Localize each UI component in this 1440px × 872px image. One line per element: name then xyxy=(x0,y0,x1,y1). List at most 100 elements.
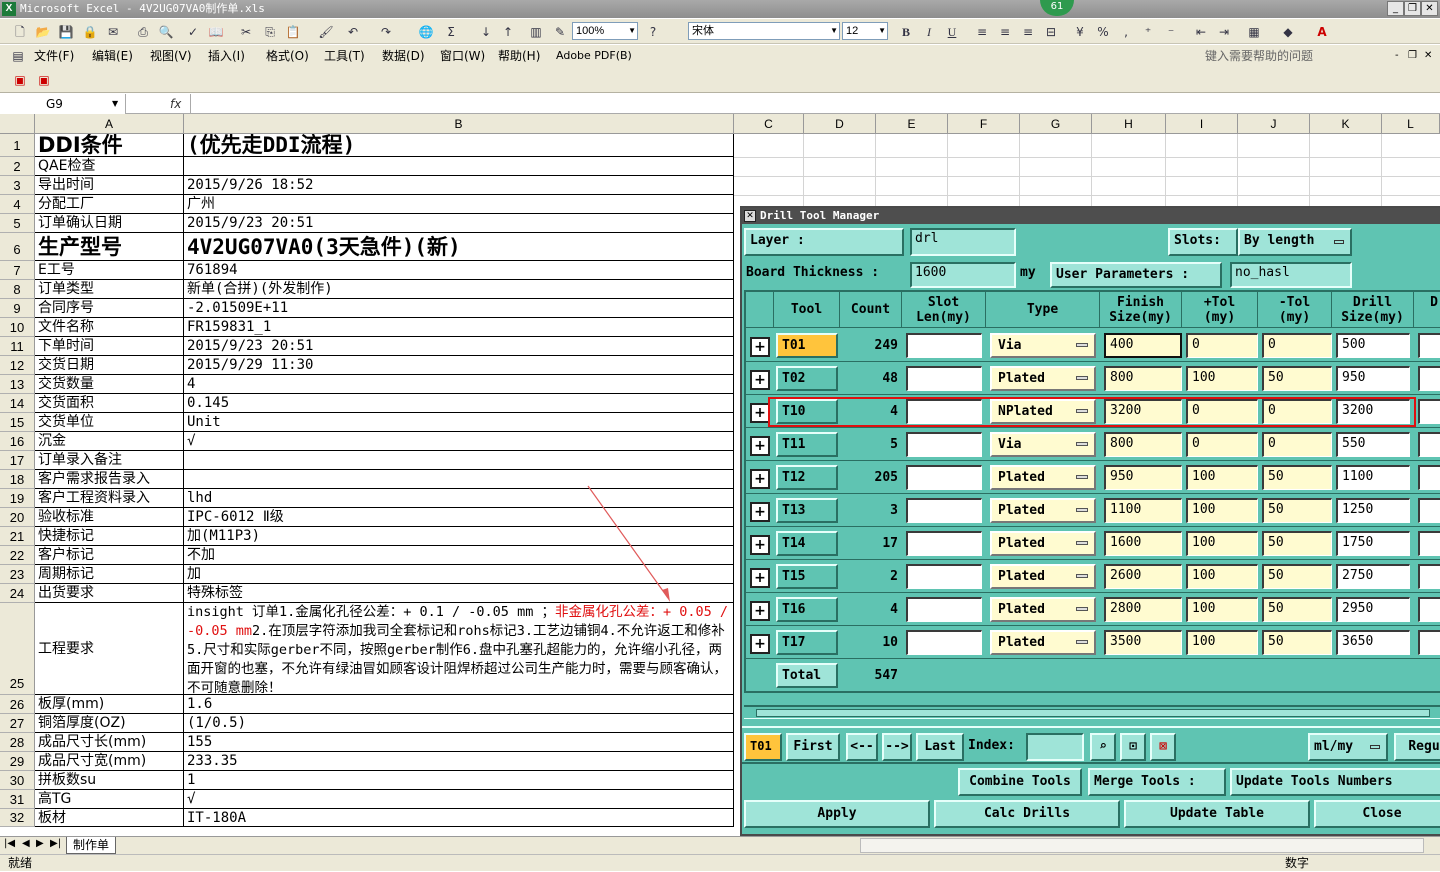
slot-length-input[interactable] xyxy=(906,630,982,655)
menu-window[interactable]: 窗口(W) xyxy=(440,48,485,64)
plus-tol-input[interactable]: 100 xyxy=(1186,498,1258,523)
column-header[interactable]: C xyxy=(734,114,804,134)
font-color-icon[interactable]: A xyxy=(1314,24,1330,40)
fill-color-icon[interactable]: ◆ xyxy=(1280,24,1296,40)
row-header[interactable]: 6 xyxy=(0,233,35,261)
cell-label[interactable]: 导出时间 xyxy=(35,176,184,195)
print-icon[interactable]: ⎙ xyxy=(135,24,151,40)
percent-icon[interactable]: % xyxy=(1095,24,1111,40)
row-header[interactable]: 8 xyxy=(0,280,35,299)
first-button[interactable]: First xyxy=(786,733,840,761)
row-header[interactable]: 19 xyxy=(0,489,35,508)
cell-value[interactable]: 233.35 xyxy=(184,752,734,771)
formula-input[interactable] xyxy=(190,94,1440,114)
tool-id[interactable]: T02 xyxy=(776,366,838,391)
cell-label[interactable]: 工程要求 xyxy=(35,603,184,695)
sheet-tab[interactable]: 制作单 xyxy=(66,837,117,854)
row-header[interactable]: 9 xyxy=(0,299,35,318)
sort-ascending-icon[interactable]: ↓ xyxy=(478,24,494,40)
drill-size-input[interactable]: 950 xyxy=(1336,366,1410,391)
row-header[interactable]: 12 xyxy=(0,356,35,375)
column-header[interactable]: B xyxy=(184,114,734,134)
currency-icon[interactable]: ¥ xyxy=(1072,24,1088,40)
autosum-icon[interactable]: Σ xyxy=(443,24,459,40)
row-header[interactable]: 2 xyxy=(0,157,35,176)
cell-value[interactable]: 广州 xyxy=(184,195,734,214)
next-button[interactable]: --> xyxy=(882,733,912,761)
type-select[interactable]: Plated xyxy=(990,366,1096,391)
italic-icon[interactable]: I xyxy=(921,24,937,40)
first-sheet-icon[interactable]: |◀ xyxy=(4,838,15,849)
d-input[interactable] xyxy=(1418,498,1440,523)
expand-plus-icon[interactable]: + xyxy=(750,535,770,555)
row-header[interactable]: 14 xyxy=(0,394,35,413)
cell-label[interactable]: 客户标记 xyxy=(35,546,184,565)
finish-size-input[interactable]: 1600 xyxy=(1104,531,1182,556)
plus-tol-input[interactable]: 0 xyxy=(1186,333,1258,358)
minus-tol-input[interactable]: 50 xyxy=(1262,366,1332,391)
close-button[interactable]: Close xyxy=(1314,800,1440,828)
cell-value[interactable]: 1 xyxy=(184,771,734,790)
d-input[interactable] xyxy=(1418,399,1440,424)
slot-length-input[interactable] xyxy=(906,498,982,523)
prev-button[interactable]: <-- xyxy=(846,733,878,761)
d-input[interactable] xyxy=(1418,465,1440,490)
slots-select[interactable]: By length xyxy=(1238,228,1352,256)
cell-value[interactable]: √ xyxy=(184,790,734,809)
cell-value[interactable]: 新单(合拼)(外发制作) xyxy=(184,280,734,299)
cell-label[interactable]: 成品尺寸长(mm) xyxy=(35,733,184,752)
close-window-button[interactable]: ✕ xyxy=(1421,1,1438,16)
cell-value[interactable]: √ xyxy=(184,432,734,451)
print-preview-icon[interactable]: 🔍 xyxy=(158,24,174,40)
expand-plus-icon[interactable]: + xyxy=(750,403,770,423)
update-table-button[interactable]: Update Table xyxy=(1124,800,1310,828)
row-header[interactable]: 16 xyxy=(0,432,35,451)
finish-size-input[interactable]: 400 xyxy=(1104,333,1182,358)
paste-icon[interactable]: 📋 xyxy=(285,24,301,40)
align-right-icon[interactable]: ≡ xyxy=(1020,24,1036,40)
spelling-icon[interactable]: ✓ xyxy=(185,24,201,40)
row-header[interactable]: 10 xyxy=(0,318,35,337)
cell-label[interactable]: 铜箔厚度(OZ) xyxy=(35,714,184,733)
d-input[interactable] xyxy=(1418,564,1440,589)
font-size-select[interactable]: 12 ▼ xyxy=(842,22,888,40)
align-center-icon[interactable]: ≡ xyxy=(997,24,1013,40)
undo-icon[interactable]: ↶ xyxy=(345,24,361,40)
menu-view[interactable]: 视图(V) xyxy=(150,48,192,64)
column-header[interactable]: H xyxy=(1092,114,1166,134)
table-horizontal-scrollbar[interactable] xyxy=(744,705,1440,719)
cell-label[interactable]: 订单确认日期 xyxy=(35,214,184,233)
type-select[interactable]: Plated xyxy=(990,465,1096,490)
plus-tol-input[interactable]: 100 xyxy=(1186,564,1258,589)
cell-label[interactable]: 快捷标记 xyxy=(35,527,184,546)
expand-plus-icon[interactable]: + xyxy=(750,370,770,390)
finish-size-input[interactable]: 3500 xyxy=(1104,630,1182,655)
cell-value[interactable]: -2.01509E+11 xyxy=(184,299,734,318)
row-header[interactable]: 26 xyxy=(0,695,35,714)
d-input[interactable] xyxy=(1418,597,1440,622)
increase-indent-icon[interactable]: ⇥ xyxy=(1216,24,1232,40)
menu-adobe-pdf[interactable]: Adobe PDF(B) xyxy=(556,48,632,64)
cell-label[interactable]: 订单类型 xyxy=(35,280,184,299)
format-painter-icon[interactable]: 🖌 xyxy=(318,24,334,40)
hyperlink-icon[interactable]: 🌐 xyxy=(418,24,434,40)
cell-label[interactable]: 成品尺寸宽(mm) xyxy=(35,752,184,771)
expand-plus-icon[interactable]: + xyxy=(750,469,770,489)
increase-decimal-icon[interactable]: ⁺ xyxy=(1140,24,1156,40)
index-input[interactable] xyxy=(1026,733,1084,761)
plus-tol-input[interactable]: 100 xyxy=(1186,630,1258,655)
expand-plus-icon[interactable]: + xyxy=(750,634,770,654)
cell-label[interactable]: 周期标记 xyxy=(35,565,184,584)
tool-id[interactable]: T14 xyxy=(776,531,838,556)
column-header[interactable]: I xyxy=(1166,114,1238,134)
column-header[interactable]: G xyxy=(1020,114,1092,134)
merge-center-icon[interactable]: ⊟ xyxy=(1043,24,1059,40)
permission-icon[interactable]: 🔒 xyxy=(82,24,98,40)
menu-help[interactable]: 帮助(H) xyxy=(498,48,540,64)
units-select[interactable]: ml/my xyxy=(1308,733,1388,761)
name-box[interactable]: G9 ▼ xyxy=(0,94,126,114)
redo-icon[interactable]: ↷ xyxy=(378,24,394,40)
copy-icon[interactable]: ⎘ xyxy=(262,24,278,40)
row-header[interactable]: 22 xyxy=(0,546,35,565)
finish-size-input[interactable]: 2800 xyxy=(1104,597,1182,622)
